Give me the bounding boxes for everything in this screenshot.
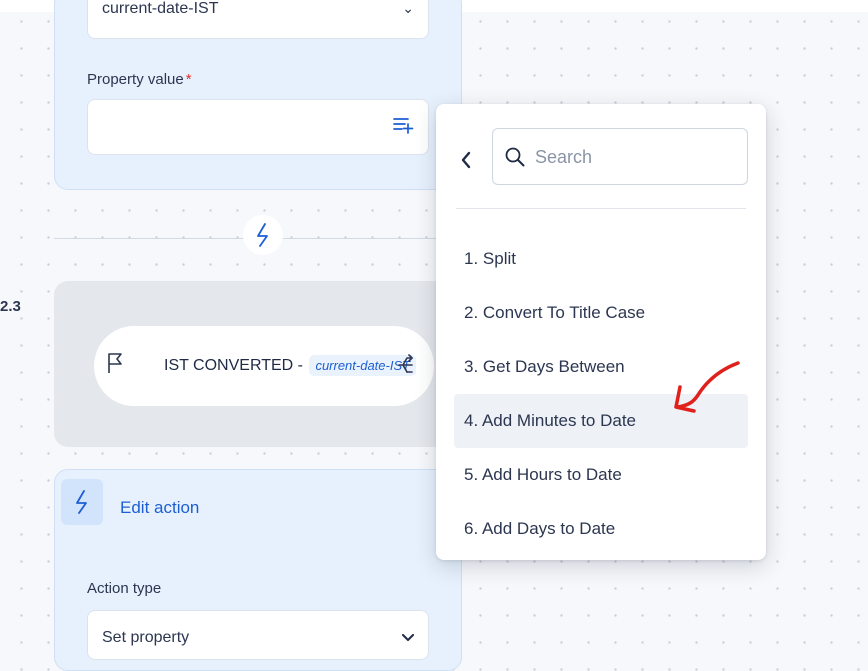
branch-icon[interactable] bbox=[398, 354, 414, 381]
chevron-down-icon bbox=[402, 629, 414, 647]
step-title-text: IST CONVERTED - bbox=[164, 357, 308, 374]
menu-separator bbox=[456, 208, 746, 209]
action-icon-box bbox=[61, 479, 103, 525]
step-number: 2.3 bbox=[0, 298, 21, 315]
edit-action-panel: Edit action Action type Set property bbox=[54, 469, 462, 671]
lightning-icon bbox=[76, 490, 87, 514]
add-step-button[interactable] bbox=[243, 215, 283, 255]
menu-item-add-days-to-date[interactable]: 6. Add Days to Date bbox=[454, 502, 748, 542]
property-value-input[interactable] bbox=[87, 99, 429, 155]
annotation-arrow bbox=[674, 361, 740, 413]
search-box bbox=[492, 128, 748, 185]
menu-item-split[interactable]: 1. Split bbox=[454, 232, 748, 286]
step-title: IST CONVERTED - current-date-IST bbox=[164, 355, 417, 376]
action-type-label: Action type bbox=[87, 580, 162, 597]
lightning-icon bbox=[257, 223, 268, 247]
property-value-label: Property value * bbox=[87, 71, 192, 88]
action-type-select[interactable]: Set property bbox=[87, 610, 429, 660]
property-panel: current-date-IST ⌄ Property value * bbox=[54, 0, 462, 190]
add-list-icon[interactable] bbox=[392, 115, 414, 140]
step-card[interactable]: IST CONVERTED - current-date-IST bbox=[94, 326, 434, 406]
menu-item-convert-to-title-case[interactable]: 2. Convert To Title Case bbox=[454, 286, 748, 340]
step-block: IST CONVERTED - current-date-IST bbox=[54, 281, 460, 447]
search-icon bbox=[505, 147, 525, 172]
property-name-select[interactable]: current-date-IST ⌄ bbox=[87, 0, 429, 39]
flag-icon bbox=[107, 352, 123, 379]
function-menu: 1. Split 2. Convert To Title Case 3. Get… bbox=[436, 104, 766, 560]
chevron-down-icon: ⌄ bbox=[402, 0, 414, 16]
required-marker: * bbox=[185, 71, 192, 88]
property-name-value: current-date-IST bbox=[102, 0, 219, 17]
chevron-left-icon[interactable] bbox=[458, 148, 474, 172]
menu-item-add-hours-to-date[interactable]: 5. Add Hours to Date bbox=[454, 448, 748, 502]
edit-action-title[interactable]: Edit action bbox=[120, 498, 199, 518]
action-type-value: Set property bbox=[102, 629, 190, 646]
property-value-label-text: Property value bbox=[87, 71, 184, 88]
search-input[interactable] bbox=[533, 143, 737, 171]
